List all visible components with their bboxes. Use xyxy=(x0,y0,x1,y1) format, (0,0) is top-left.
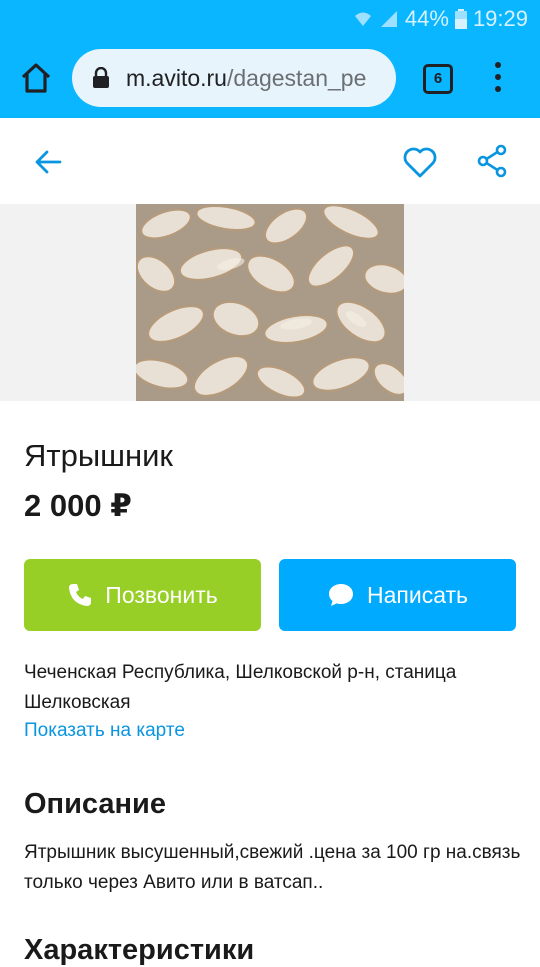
more-vert-icon xyxy=(495,62,501,68)
back-button[interactable] xyxy=(32,146,64,178)
arrow-back-icon xyxy=(35,150,62,174)
battery-percent: 44% xyxy=(404,6,449,31)
wifi-icon xyxy=(354,12,371,26)
clock: 19:29 xyxy=(472,6,528,31)
listing-address: Чеченская Республика, Шелковской р-н, ст… xyxy=(24,662,457,713)
dried-root-pieces-image xyxy=(136,204,404,401)
listing-photo[interactable] xyxy=(136,204,404,401)
photo-gallery[interactable] xyxy=(0,204,540,401)
url-text: m.avito.ru/dagestan_pe xyxy=(126,65,366,91)
chat-bubble-icon xyxy=(328,584,353,606)
write-message-button[interactable]: Написать xyxy=(279,559,516,631)
description-text: Ятрышник высушенный,свежий .цена за 100 … xyxy=(24,842,521,893)
signal-icon xyxy=(380,11,397,27)
share-button[interactable] xyxy=(476,144,508,178)
share-icon xyxy=(477,144,507,178)
call-button-label: Позвонить xyxy=(105,581,218,608)
address-bar[interactable]: m.avito.ru/dagestan_pe xyxy=(72,49,396,107)
favorite-button[interactable] xyxy=(402,145,438,179)
heart-icon xyxy=(403,147,437,178)
url-path: /dagestan_pe xyxy=(226,65,367,91)
browser-toolbar: m.avito.ru/dagestan_pe 6 xyxy=(0,38,540,118)
write-button-label: Написать xyxy=(366,581,468,608)
battery-icon xyxy=(454,9,467,29)
status-bar: 44% 19:29 xyxy=(0,0,540,38)
description-heading: Описание xyxy=(24,788,166,820)
tab-switcher-button[interactable]: 6 xyxy=(423,64,453,94)
listing-header xyxy=(0,118,540,204)
url-domain: m.avito.ru xyxy=(126,65,227,91)
show-on-map-link[interactable]: Показать на карте xyxy=(24,720,185,742)
home-icon xyxy=(21,63,51,93)
call-button[interactable]: Позвонить xyxy=(24,559,261,631)
listing-title: Ятрышник xyxy=(24,438,173,473)
browser-menu-button[interactable] xyxy=(490,62,506,94)
characteristics-heading: Характеристики xyxy=(24,934,255,966)
listing-price: 2 000 ₽ xyxy=(24,488,132,523)
home-button[interactable] xyxy=(18,60,54,96)
status-icons: 44% 19:29 xyxy=(353,6,528,32)
lock-icon xyxy=(93,67,109,88)
phone-icon xyxy=(69,584,92,606)
